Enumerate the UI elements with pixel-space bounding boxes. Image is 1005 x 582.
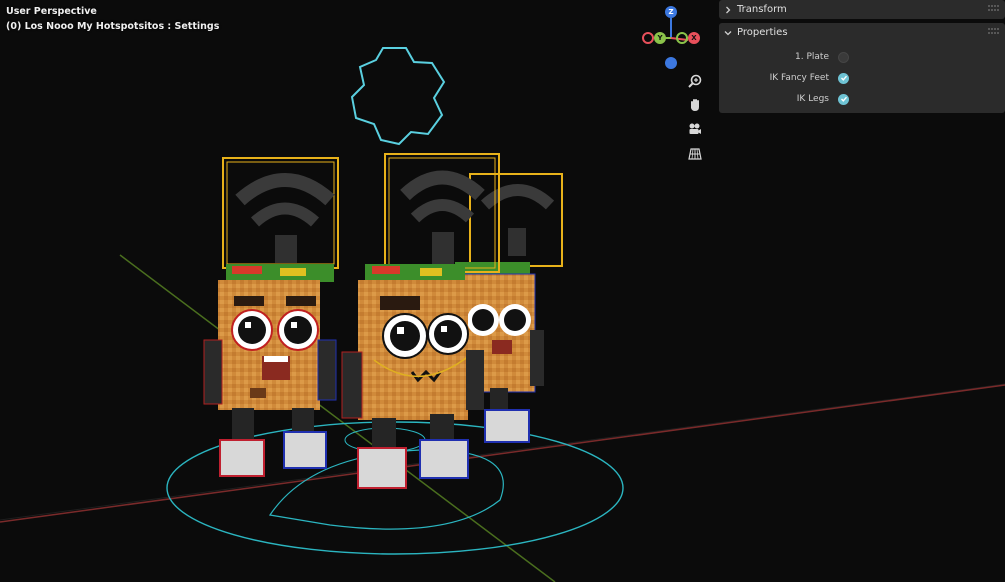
transform-panel-title: Transform xyxy=(737,4,787,15)
chevron-right-icon xyxy=(719,6,737,14)
property-row-plate: 1. Plate xyxy=(719,48,1005,66)
checkmark-icon xyxy=(840,75,847,81)
property-label: IK Legs xyxy=(796,94,829,104)
gizmo-neg-x-ball[interactable] xyxy=(642,32,654,44)
gizmo-z-ball[interactable]: Z xyxy=(665,6,677,18)
properties-panel-title: Properties xyxy=(737,27,788,38)
properties-panel: Properties 1. Plate IK Fancy Feet IK Leg… xyxy=(719,23,1005,113)
transform-panel: Transform xyxy=(719,0,1005,19)
property-row-ik-fancy-feet: IK Fancy Feet xyxy=(719,69,1005,87)
property-row-ik-legs: IK Legs xyxy=(719,90,1005,108)
plate-checkbox[interactable] xyxy=(838,51,849,63)
view-mode-label: User Perspective xyxy=(6,6,97,17)
ik-legs-checkbox[interactable] xyxy=(838,93,849,105)
gizmo-neg-y-ball[interactable] xyxy=(676,32,688,44)
chevron-down-icon xyxy=(719,29,737,37)
gizmo-neg-z-ball[interactable] xyxy=(665,57,677,69)
scene-info-label: (0) Los Nooo My Hotspotsitos : Settings xyxy=(6,21,220,32)
transform-panel-header[interactable]: Transform xyxy=(719,0,1005,19)
drag-grip-icon[interactable] xyxy=(987,27,999,38)
property-label: 1. Plate xyxy=(795,52,829,62)
zoom-button[interactable] xyxy=(686,72,704,90)
perspective-toggle-button[interactable] xyxy=(686,145,704,163)
grid-icon xyxy=(688,148,702,160)
hand-icon xyxy=(691,99,699,111)
gizmo-x-ball[interactable]: X xyxy=(688,32,700,44)
camera-icon xyxy=(689,123,701,134)
ik-fancy-feet-checkbox[interactable] xyxy=(838,72,849,84)
gizmo-y-ball[interactable]: Y xyxy=(654,32,666,44)
property-label: IK Fancy Feet xyxy=(769,73,829,83)
pan-button[interactable] xyxy=(686,96,704,114)
properties-panel-header[interactable]: Properties xyxy=(719,23,1005,42)
drag-grip-icon[interactable] xyxy=(987,4,999,15)
zoom-icon xyxy=(688,74,702,88)
character-1[interactable] xyxy=(203,157,339,477)
checkmark-icon xyxy=(840,96,847,102)
camera-button[interactable] xyxy=(686,120,704,138)
gear-control[interactable] xyxy=(350,47,446,146)
